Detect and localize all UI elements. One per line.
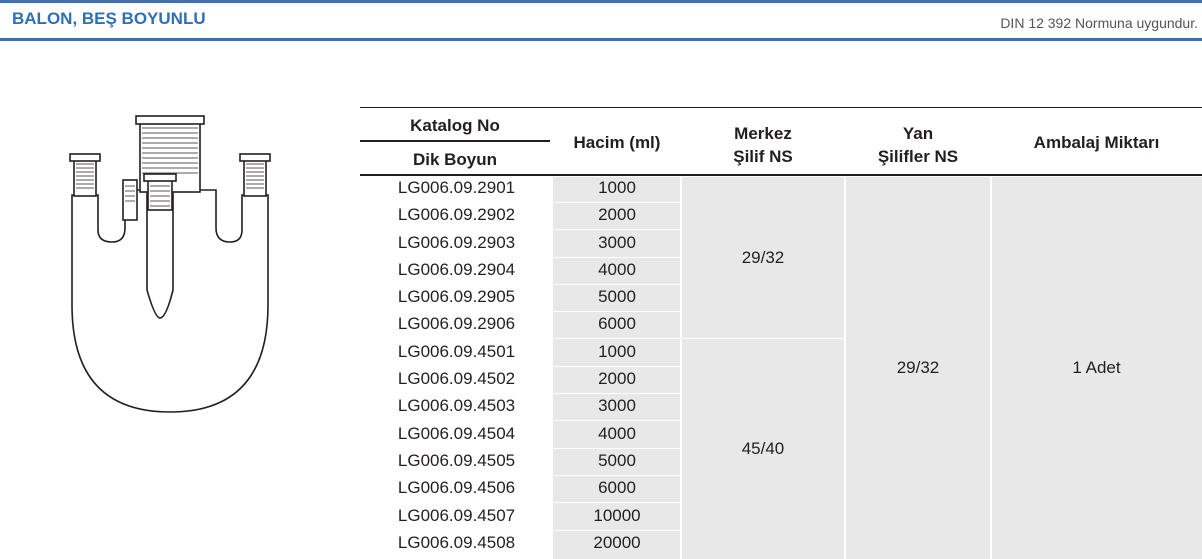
catalog-cell: LG006.09.4504 (397, 424, 516, 443)
volume-cell: 4000 (598, 424, 636, 443)
header-straight-neck: Dik Boyun (412, 149, 498, 169)
page-title: BALON, BEŞ BOYUNLU (12, 9, 206, 28)
catalog-header-divider (360, 140, 550, 142)
volume-cell: 10000 (593, 506, 641, 525)
header-catalog: Katalog No (410, 115, 500, 135)
header-package: Ambalaj Miktarı (1033, 132, 1160, 152)
catalog-cell: LG006.09.4503 (397, 396, 516, 415)
title-underline (0, 38, 1202, 41)
volume-cell: 3000 (598, 396, 636, 415)
volume-cell: 4000 (598, 260, 636, 279)
volume-cell: 5000 (598, 287, 636, 306)
header-top-rule (360, 107, 1202, 108)
volume-cell: 1000 (598, 178, 636, 197)
side-joint-value: 29/32 (896, 358, 940, 377)
volume-cell: 20000 (593, 533, 641, 552)
catalog-cell: LG006.09.2904 (397, 260, 516, 279)
catalog-cell: LG006.09.4502 (397, 369, 516, 388)
catalog-cell: LG006.09.2906 (397, 314, 516, 333)
catalog-cell: LG006.09.4501 (397, 342, 516, 361)
volume-cell: 1000 (598, 342, 636, 361)
header-center-line1: Merkez (734, 124, 792, 143)
header-side-line1: Yan (902, 124, 934, 143)
header-center-joint: Merkez Şilif NS (681, 115, 845, 175)
header-side-line2: Şilifler NS (877, 147, 959, 166)
top-rule (0, 0, 1202, 3)
catalog-cell: LG006.09.4506 (397, 478, 516, 497)
header-center-line2: Şilif NS (733, 147, 793, 166)
catalog-cell: LG006.09.4505 (397, 451, 516, 470)
volume-cell: 5000 (598, 451, 636, 470)
volume-cell: 3000 (598, 233, 636, 252)
catalog-cell: LG006.09.2903 (397, 233, 516, 252)
volume-cell: 6000 (598, 478, 636, 497)
center-joint-group-1: 29/32 (741, 247, 785, 267)
catalog-cell: LG006.09.2901 (397, 178, 516, 197)
volume-cell: 2000 (598, 205, 636, 224)
catalog-cell: LG006.09.4507 (397, 506, 516, 525)
catalog-cell: LG006.09.4508 (397, 533, 516, 552)
five-neck-flask-illustration (69, 115, 271, 413)
header-volume: Hacim (ml) (573, 132, 661, 152)
standard-note: DIN 12 392 Normuna uygundur. (1000, 15, 1198, 31)
product-table: Katalog No Dik Boyun Hacim (ml) Merkez Ş… (360, 107, 1202, 559)
catalog-cell: LG006.09.2905 (397, 287, 516, 306)
header-side-joints: Yan Şilifler NS (845, 115, 991, 175)
center-joint-group-2: 45/40 (741, 439, 785, 458)
volume-cell: 2000 (598, 369, 636, 388)
volume-cell: 6000 (598, 314, 636, 333)
package-value: 1 Adet (1072, 358, 1121, 377)
catalog-cell: LG006.09.2902 (397, 205, 516, 224)
